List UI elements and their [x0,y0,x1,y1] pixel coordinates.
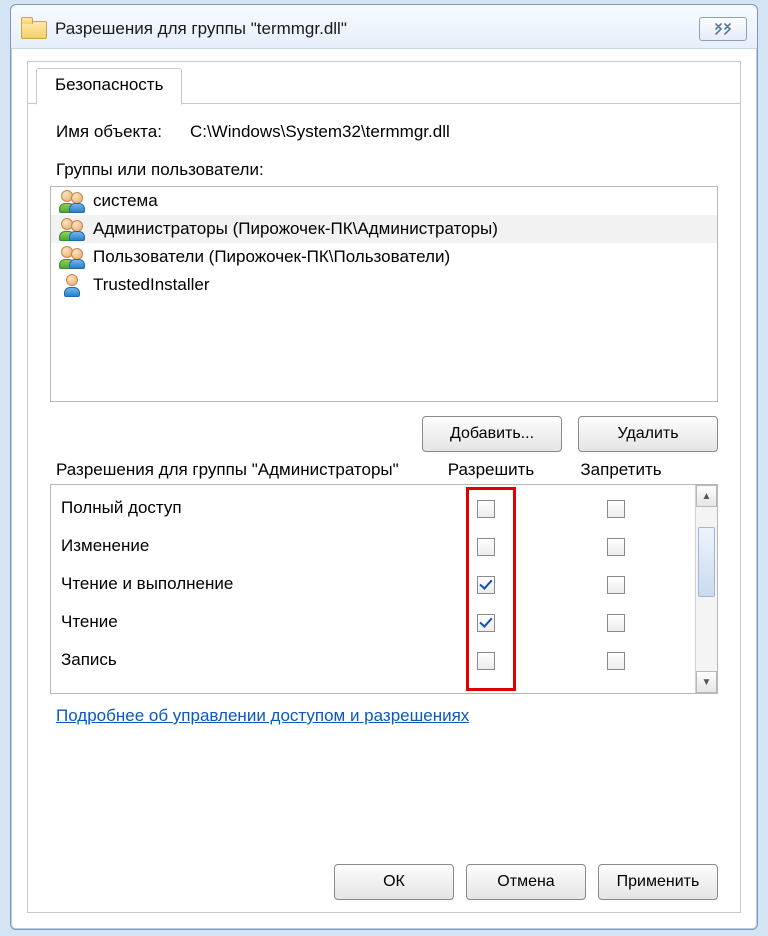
list-item[interactable]: система [51,187,717,215]
scroll-thumb[interactable] [698,527,715,597]
allow-checkbox[interactable] [477,538,495,556]
deny-checkbox[interactable] [607,652,625,670]
permission-name: Чтение и выполнение [61,574,421,594]
remove-button[interactable]: Удалить [578,416,718,452]
close-icon [714,23,732,35]
scroll-up-button[interactable]: ▲ [696,485,717,507]
principal-name: Пользователи (Пирожочек-ПК\Пользователи) [93,247,450,267]
users-icon [59,189,87,213]
users-icon [59,217,87,241]
permissions-for-label: Разрешения для группы "Администраторы" [56,460,426,480]
permission-name: Полный доступ [61,498,421,518]
tab-body: Имя объекта: C:\Windows\System32\termmgr… [28,104,740,912]
list-item[interactable]: Пользователи (Пирожочек-ПК\Пользователи) [51,243,717,271]
users-icon [59,245,87,269]
allow-checkbox[interactable] [477,652,495,670]
permission-row: Изменение [61,527,695,565]
object-path: C:\Windows\System32\termmgr.dll [190,122,450,142]
column-deny: Запретить [556,460,686,480]
principal-name: Администраторы (Пирожочек-ПК\Администрат… [93,219,498,239]
scroll-track[interactable] [696,507,717,671]
column-allow: Разрешить [426,460,556,480]
object-name-label: Имя объекта: [56,122,162,142]
folder-icon [21,19,45,39]
learn-more-link[interactable]: Подробнее об управлении доступом и разре… [56,706,469,726]
close-button[interactable] [699,17,747,41]
principals-list[interactable]: система Администраторы (Пирожочек-ПК\Адми… [50,186,718,402]
list-item[interactable]: Администраторы (Пирожочек-ПК\Администрат… [51,215,717,243]
permissions-box: Полный доступ Изменение Чтение и выполнени… [50,484,718,694]
permission-name: Изменение [61,536,421,556]
scrollbar[interactable]: ▲ ▼ [695,485,717,693]
permission-row: Чтение и выполнение [61,565,695,603]
allow-checkbox[interactable] [477,500,495,518]
permission-name: Чтение [61,612,421,632]
deny-checkbox[interactable] [607,500,625,518]
deny-checkbox[interactable] [607,576,625,594]
add-button[interactable]: Добавить... [422,416,562,452]
user-icon [59,273,87,297]
permission-row: Полный доступ [61,489,695,527]
client-area: Безопасность Имя объекта: C:\Windows\Sys… [27,61,741,913]
principal-name: система [93,191,158,211]
tab-security[interactable]: Безопасность [36,68,182,105]
groups-label: Группы или пользователи: [56,160,718,180]
scroll-down-button[interactable]: ▼ [696,671,717,693]
window-title: Разрешения для группы "termmgr.dll" [55,19,347,39]
allow-checkbox[interactable] [477,614,495,632]
permissions-list[interactable]: Полный доступ Изменение Чтение и выполнени… [51,485,695,693]
cancel-button[interactable]: Отмена [466,864,586,900]
allow-checkbox[interactable] [477,576,495,594]
permission-row: Запись [61,641,695,679]
permission-name: Запись [61,650,421,670]
permissions-dialog: Разрешения для группы "termmgr.dll" Безо… [10,4,758,930]
apply-button[interactable]: Применить [598,864,718,900]
permission-row: Чтение [61,603,695,641]
list-item[interactable]: TrustedInstaller [51,271,717,299]
deny-checkbox[interactable] [607,538,625,556]
principal-name: TrustedInstaller [93,275,210,295]
deny-checkbox[interactable] [607,614,625,632]
tab-strip: Безопасность [28,62,740,104]
ok-button[interactable]: ОК [334,864,454,900]
titlebar[interactable]: Разрешения для группы "termmgr.dll" [11,5,757,49]
